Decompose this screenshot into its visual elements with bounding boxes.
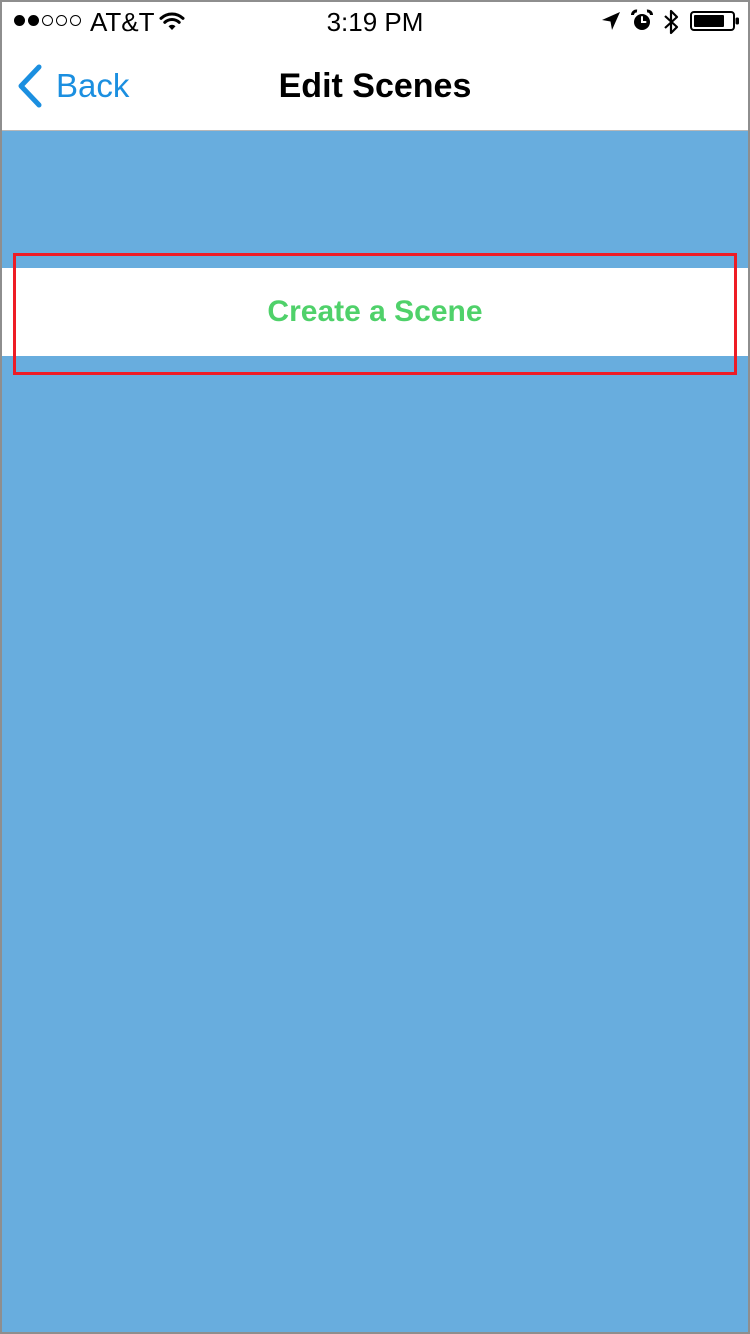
bluetooth-icon (664, 9, 679, 35)
alarm-clock-icon (630, 9, 654, 30)
location-arrow-icon (602, 12, 620, 30)
status-bar: AT&T 3:19 PM (2, 2, 748, 42)
page-title: Edit Scenes (278, 67, 472, 105)
create-scene-button[interactable]: Create a Scene (2, 268, 748, 356)
create-scene-label: Create a Scene (267, 295, 483, 328)
app-screen: AT&T 3:19 PM Back Edit Scenes Create a S… (0, 0, 750, 1334)
navigation-bar: Back Edit Scenes (2, 42, 748, 131)
battery-icon (690, 11, 739, 31)
